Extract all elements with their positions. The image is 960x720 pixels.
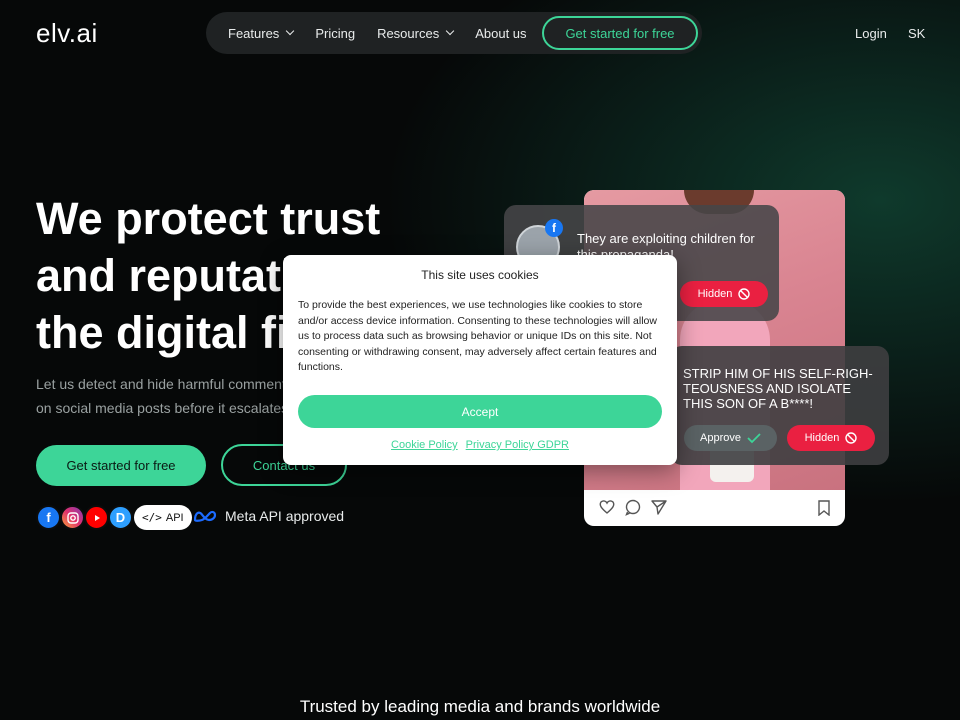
hidden-label: Hidden xyxy=(697,288,733,300)
logo[interactable]: elv.ai xyxy=(36,18,98,49)
cookie-consent-dialog: This site uses cookies To provide the be… xyxy=(283,255,677,465)
nav-about[interactable]: About us xyxy=(475,26,526,41)
hero-subtext: Let us detect and hide harmful comments … xyxy=(36,376,293,416)
nav-get-started-button[interactable]: Get started for free xyxy=(542,16,698,50)
get-started-button[interactable]: Get started for free xyxy=(36,445,206,486)
approve-button: Approve xyxy=(684,425,777,451)
block-icon xyxy=(845,432,858,444)
approve-label: Approve xyxy=(700,432,741,444)
cookie-links: Cookie Policy Privacy Policy GDPR xyxy=(283,439,677,451)
meta-logo-icon xyxy=(193,510,217,522)
code-icon: </> xyxy=(142,511,162,524)
hidden-status-button: Hidden xyxy=(787,425,875,451)
check-icon xyxy=(747,433,761,444)
login-link[interactable]: Login xyxy=(855,26,887,41)
nav-features-label: Features xyxy=(228,25,280,41)
comment-icon[interactable] xyxy=(624,498,642,516)
integrations-row: f D </> API xyxy=(36,505,192,530)
cookie-body: To provide the best experiences, we use … xyxy=(298,299,657,374)
block-icon xyxy=(738,288,751,300)
nav-resources-label: Resources xyxy=(377,25,440,41)
headline-line-1: We protect trust xyxy=(36,193,381,244)
instagram-icon xyxy=(60,505,85,530)
trusted-by-heading: Trusted by leading media and brands worl… xyxy=(299,697,661,716)
privacy-policy-link[interactable]: Privacy Policy GDPR xyxy=(466,439,569,451)
nav-pricing-label: Pricing xyxy=(315,25,356,41)
chevron-down-icon xyxy=(286,26,295,36)
bookmark-icon[interactable] xyxy=(817,500,831,516)
moderated-comment-card: STRIP HIM OF HIS SELF-RIGH-TEOUSNESS AND… xyxy=(670,346,889,465)
facebook-icon: f xyxy=(545,219,563,237)
api-badge: </> API xyxy=(134,505,192,530)
meta-approved-badge: Meta API approved xyxy=(193,508,344,524)
youtube-icon xyxy=(84,505,109,530)
chevron-down-icon xyxy=(445,26,455,36)
cookie-title: This site uses cookies xyxy=(421,268,539,282)
comment-text: STRIP HIM OF HIS SELF-RIGH-TEOUSNESS AND… xyxy=(683,366,873,411)
hidden-status-button: Hidden xyxy=(680,281,768,307)
meta-badge-label: Meta API approved xyxy=(225,508,345,524)
share-icon[interactable] xyxy=(650,498,668,516)
heart-icon[interactable] xyxy=(598,498,616,516)
main-nav: Features Pricing Resources About us Get … xyxy=(206,12,702,54)
nav-resources[interactable]: Resources xyxy=(377,25,455,41)
disqus-icon: D xyxy=(108,505,133,530)
language-switch[interactable]: SK xyxy=(908,26,925,41)
nav-features[interactable]: Features xyxy=(228,25,295,41)
api-label: API xyxy=(165,511,184,524)
hidden-label: Hidden xyxy=(804,432,840,444)
facebook-icon: f xyxy=(36,505,61,530)
cookie-policy-link[interactable]: Cookie Policy xyxy=(391,439,458,451)
nav-pricing[interactable]: Pricing xyxy=(315,26,355,41)
nav-about-label: About us xyxy=(475,25,527,41)
accept-cookies-button[interactable]: Accept xyxy=(298,395,662,428)
post-actions xyxy=(598,498,668,516)
